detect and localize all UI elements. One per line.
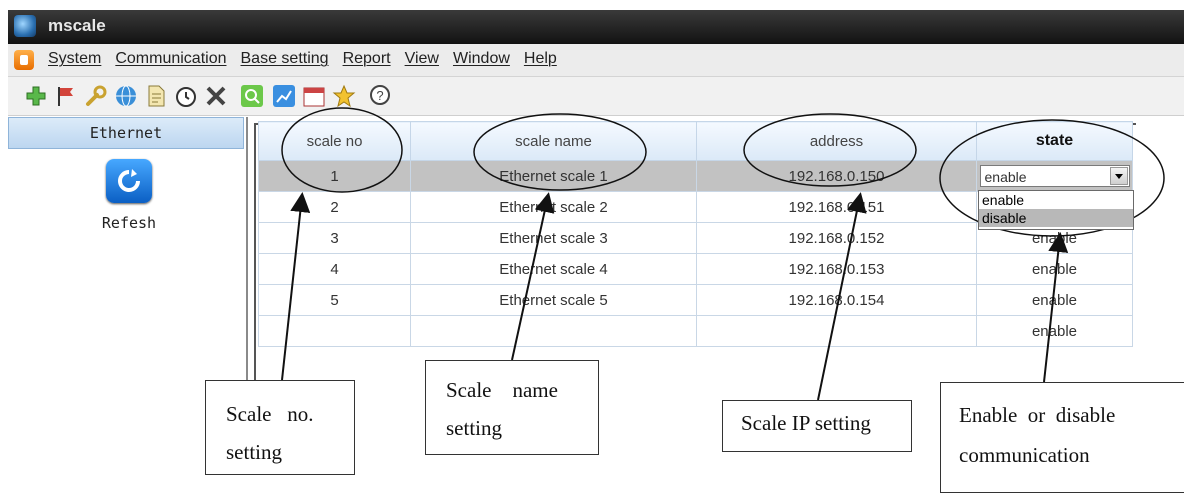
- chart-icon[interactable]: [272, 84, 296, 108]
- refresh-icon: [118, 169, 140, 192]
- help-icon[interactable]: ?: [368, 84, 392, 108]
- cell-scale-name[interactable]: Ethernet scale 4: [410, 253, 697, 285]
- cell-scale-no[interactable]: [258, 315, 411, 347]
- cell-state[interactable]: enable: [976, 160, 1133, 192]
- cell-scale-name[interactable]: Ethernet scale 5: [410, 284, 697, 316]
- cell-state[interactable]: enable: [976, 253, 1133, 285]
- column-header-address[interactable]: address: [696, 121, 977, 161]
- cell-state[interactable]: enable: [976, 284, 1133, 316]
- column-header-scale-no[interactable]: scale no: [258, 121, 411, 161]
- annotation-scale-ip-text: Scale IP setting: [741, 411, 871, 435]
- state-dropdown-list: enable disable: [978, 190, 1134, 230]
- flag-icon[interactable]: [54, 84, 78, 108]
- state-select[interactable]: enable: [979, 165, 1130, 187]
- sidebar: Ethernet Refesh: [8, 117, 248, 409]
- state-select-value: enable: [984, 169, 1027, 185]
- annotation-enable-line2: communication: [959, 443, 1090, 467]
- annotation-scale-name-line1: Scale name: [446, 378, 558, 402]
- menu-bar: System Communication Base setting Report…: [8, 44, 1184, 77]
- cell-scale-no[interactable]: 3: [258, 222, 411, 254]
- annotation-scale-name-line2: setting: [446, 416, 502, 440]
- cell-scale-name[interactable]: Ethernet scale 1: [410, 160, 697, 192]
- cell-address[interactable]: 192.168.0.151: [696, 191, 977, 223]
- star-icon[interactable]: [332, 84, 356, 108]
- annotation-scale-no-line1: Scale no.: [226, 402, 314, 426]
- cell-address[interactable]: 192.168.0.152: [696, 222, 977, 254]
- menu-window[interactable]: Window: [453, 50, 510, 68]
- wrench-icon[interactable]: [84, 84, 108, 108]
- document-icon[interactable]: [144, 84, 168, 108]
- tools-icon[interactable]: [204, 84, 228, 108]
- title-bar: mscale: [8, 10, 1184, 44]
- svg-text:?: ?: [376, 88, 383, 103]
- table-header-row: scale no scale name address state: [258, 121, 1133, 161]
- dropdown-option-enable[interactable]: enable: [979, 191, 1133, 209]
- annotation-scale-no-line2: setting: [226, 440, 282, 464]
- scale-grid-panel: scale no scale name address state 1 Ethe…: [248, 117, 1184, 411]
- column-header-state[interactable]: state: [976, 121, 1133, 161]
- table-row[interactable]: enable: [258, 315, 1133, 347]
- cell-scale-no[interactable]: 4: [258, 253, 411, 285]
- cell-address[interactable]: 192.168.0.153: [696, 253, 977, 285]
- annotation-enable-line1: Enable or disable: [959, 403, 1116, 427]
- column-header-scale-name[interactable]: scale name: [410, 121, 697, 161]
- menu-help[interactable]: Help: [524, 50, 557, 68]
- annotation-scale-name: Scale name setting: [425, 360, 599, 455]
- app-menu-icon[interactable]: [14, 50, 34, 70]
- table-row[interactable]: 1 Ethernet scale 1 192.168.0.150 enable: [258, 160, 1133, 192]
- menu-system[interactable]: System: [48, 50, 101, 68]
- sidebar-tab-ethernet[interactable]: Ethernet: [8, 117, 244, 149]
- table-row[interactable]: 5 Ethernet scale 5 192.168.0.154 enable: [258, 284, 1133, 316]
- cell-address[interactable]: 192.168.0.154: [696, 284, 977, 316]
- cell-state[interactable]: enable: [976, 315, 1133, 347]
- chevron-down-icon[interactable]: [1109, 167, 1128, 185]
- scale-table: scale no scale name address state 1 Ethe…: [258, 121, 1133, 347]
- menu-view[interactable]: View: [405, 50, 439, 68]
- window-title: mscale: [48, 16, 106, 35]
- add-icon[interactable]: [24, 84, 48, 108]
- app-window: mscale System Communication Base setting…: [0, 0, 1184, 495]
- table-row[interactable]: 4 Ethernet scale 4 192.168.0.153 enable: [258, 253, 1133, 285]
- calendar-icon[interactable]: [302, 84, 326, 108]
- annotation-scale-ip: Scale IP setting: [722, 400, 912, 452]
- cell-scale-name[interactable]: Ethernet scale 3: [410, 222, 697, 254]
- toolbar: ?: [8, 77, 1184, 116]
- cell-scale-no[interactable]: 2: [258, 191, 411, 223]
- cell-scale-no[interactable]: 1: [258, 160, 411, 192]
- app-icon: [14, 15, 36, 37]
- menu-base-setting[interactable]: Base setting: [241, 50, 329, 68]
- menu-report[interactable]: Report: [343, 50, 391, 68]
- refresh-label: Refesh: [101, 214, 157, 232]
- cell-address[interactable]: 192.168.0.150: [696, 160, 977, 192]
- globe-icon[interactable]: [114, 84, 138, 108]
- cell-scale-name[interactable]: Ethernet scale 2: [410, 191, 697, 223]
- annotation-scale-no: Scale no. setting: [205, 380, 355, 475]
- annotation-enable-disable: Enable or disable communication: [940, 382, 1184, 493]
- cell-scale-no[interactable]: 5: [258, 284, 411, 316]
- cell-scale-name[interactable]: [410, 315, 697, 347]
- menu-communication[interactable]: Communication: [115, 50, 226, 68]
- clock-icon[interactable]: [174, 84, 198, 108]
- cell-address[interactable]: [696, 315, 977, 347]
- search-icon[interactable]: [240, 84, 264, 108]
- dropdown-option-disable[interactable]: disable: [979, 209, 1133, 227]
- refresh-button[interactable]: [106, 159, 152, 203]
